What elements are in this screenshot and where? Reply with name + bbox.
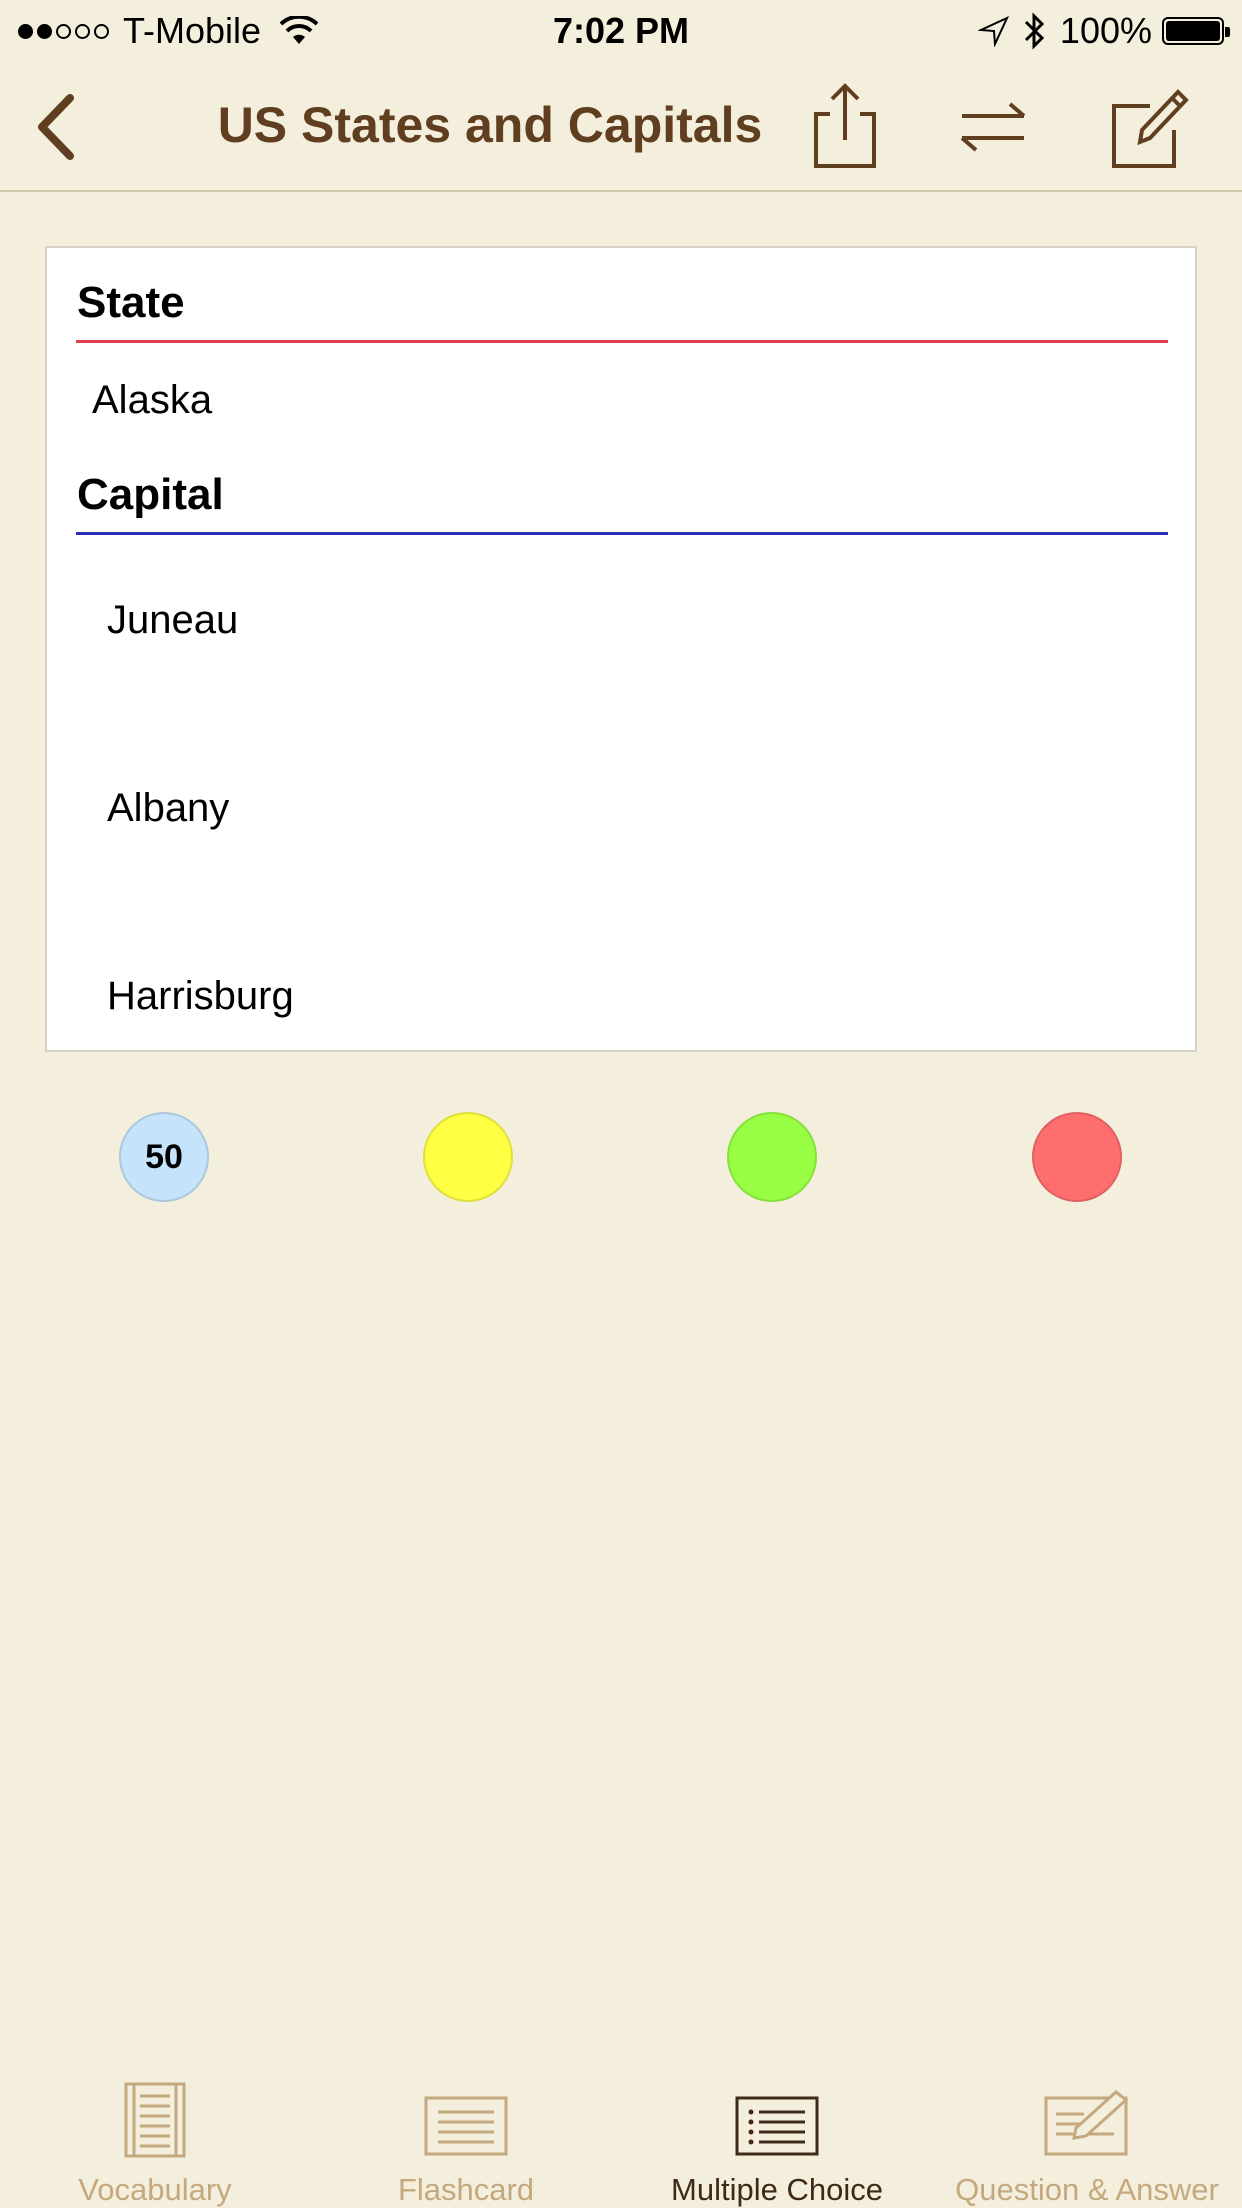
state-heading: State: [77, 278, 185, 327]
swap-arrows-icon: [960, 102, 1026, 152]
page-title: US States and Capitals: [217, 97, 763, 153]
compose-icon: [1112, 89, 1189, 168]
question-text: Alaska: [92, 378, 213, 422]
tab-label: Multiple Choice: [671, 2172, 883, 2207]
swap-button[interactable]: [948, 82, 1038, 172]
green-circle[interactable]: [727, 1112, 817, 1202]
choice-option[interactable]: Juneau: [107, 598, 1107, 643]
back-button[interactable]: [30, 92, 90, 162]
share-icon: [814, 83, 876, 168]
status-right: 100%: [977, 10, 1230, 52]
tab-flashcard[interactable]: Flashcard: [311, 2060, 621, 2208]
flashcard-icon: [424, 2096, 508, 2156]
location-arrow-icon: [977, 15, 1009, 47]
tab-vocabulary[interactable]: Vocabulary: [0, 2060, 310, 2208]
bluetooth-icon: [1024, 12, 1045, 50]
remaining-count: 50: [145, 1137, 183, 1176]
share-button[interactable]: [800, 82, 890, 172]
question-card: State Alaska Capital Juneau Albany Harri…: [45, 246, 1197, 1052]
choice-option[interactable]: Harrisburg: [107, 974, 1107, 1019]
state-divider: [76, 340, 1168, 343]
capital-heading: Capital: [77, 470, 224, 519]
multiple-choice-icon: [735, 2096, 819, 2156]
battery-icon: [1162, 17, 1230, 45]
navigation-bar: US States and Capitals: [0, 62, 1242, 192]
edit-button[interactable]: [1100, 82, 1190, 172]
tab-question-answer[interactable]: Question & Answer: [932, 2060, 1242, 2208]
vocabulary-icon: [124, 2082, 186, 2158]
question-answer-icon: [1044, 2090, 1129, 2156]
battery-percent: 100%: [1059, 10, 1152, 51]
tab-label: Question & Answer: [955, 2172, 1219, 2207]
choice-option[interactable]: Albany: [107, 786, 1107, 831]
tab-multiple-choice[interactable]: Multiple Choice: [622, 2060, 932, 2208]
tab-bar: Vocabulary Flashcard Multiple Choice Que…: [0, 2060, 1242, 2208]
status-bar: T-Mobile 7:02 PM 100%: [0, 0, 1242, 62]
remaining-count-circle[interactable]: 50: [119, 1112, 209, 1202]
red-circle[interactable]: [1032, 1112, 1122, 1202]
capital-divider: [76, 532, 1168, 535]
tab-label: Vocabulary: [78, 2172, 232, 2207]
tab-label: Flashcard: [397, 2172, 535, 2207]
yellow-circle[interactable]: [423, 1112, 513, 1202]
chevron-left-icon: [38, 94, 74, 160]
